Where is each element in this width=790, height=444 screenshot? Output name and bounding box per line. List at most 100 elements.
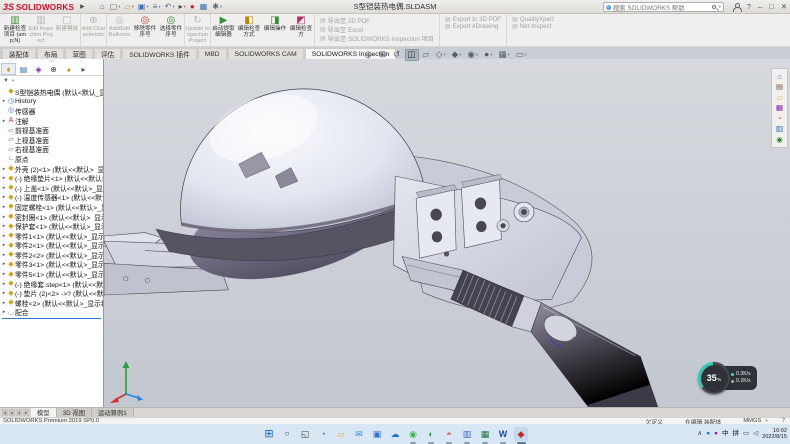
open-icon[interactable]: ▱ ▾: [122, 1, 135, 13]
tree-item[interactable]: ∟ 原点: [0, 154, 103, 164]
ime-mode-indicator[interactable]: 中: [722, 431, 729, 438]
tree-item[interactable]: ▸ ◡ 配合: [0, 308, 103, 318]
view-settings-icon[interactable]: ▭ ▾: [513, 49, 529, 61]
command-manager-tab[interactable]: SOLIDWORKS 插件: [122, 48, 197, 59]
export-menu-item[interactable]: ▤导出至 2D PDF: [320, 16, 434, 25]
apply-scene-icon[interactable]: ▦ ▾: [496, 49, 512, 61]
login-user-icon[interactable]: [733, 3, 740, 11]
tree-item[interactable]: ▸ ◆ (-) 绝缘套.step<1> (默认<<默认>: [0, 279, 103, 289]
resources-home-icon[interactable]: ⌂: [777, 73, 782, 81]
view-orientation-icon[interactable]: ◇ ▾: [433, 49, 448, 61]
edit-inspection-project-button[interactable]: ▥ Edit Inspection Project: [28, 14, 54, 46]
search-caret-icon[interactable]: ▾: [719, 4, 721, 10]
edit-inspection-button[interactable]: ◩ 编辑检查方: [288, 14, 314, 46]
document-tab[interactable]: 模型: [31, 408, 57, 417]
wechat-icon[interactable]: ◉: [406, 427, 420, 441]
filter-caret-icon[interactable]: ▾: [12, 78, 14, 84]
tree-item[interactable]: ▸ ◆ 零件1<1> (默认<<默认>_显示状态: [0, 231, 103, 241]
restore-button[interactable]: □: [769, 0, 774, 14]
new-template-button[interactable]: ▢ 新建模板: [54, 14, 80, 46]
export-menu-item[interactable]: ▤QualityXpert: [512, 16, 554, 23]
search-input[interactable]: 搜索 SOLIDWORKS 帮助 ▾: [603, 2, 724, 12]
remove-balloons-button[interactable]: ◎ 移除零件序号: [132, 14, 158, 46]
security-tray-icon[interactable]: ●: [714, 431, 718, 438]
graphics-area[interactable]: [104, 59, 790, 407]
excel-icon[interactable]: ▦: [478, 427, 492, 441]
clock[interactable]: 16:02 2022/8/15: [762, 428, 787, 441]
export-menu-item[interactable]: ▤Export eDrawing: [445, 23, 501, 30]
tree-item[interactable]: ▱ 前视基准面: [0, 125, 103, 135]
display-tray-icon[interactable]: ▭: [743, 431, 749, 438]
display-style-icon[interactable]: ◆ ▾: [449, 49, 464, 61]
tab-scroll-button[interactable]: ◂: [16, 409, 22, 416]
zoom-fit-icon[interactable]: ◎: [362, 49, 375, 61]
export-menu-item[interactable]: ▤Export to 3D PDF: [445, 16, 501, 23]
edge-icon[interactable]: ◔: [316, 427, 330, 441]
tab-featuremanager[interactable]: ♦: [1, 63, 16, 75]
memory-gauge[interactable]: 35 %: [698, 362, 730, 394]
hide-show-items-icon[interactable]: ◉ ▾: [465, 49, 481, 61]
tab-overflow[interactable]: ▸: [76, 63, 91, 75]
mail-icon[interactable]: ✉: [352, 427, 366, 441]
design-library-icon[interactable]: ▤: [776, 83, 783, 91]
app-blue-icon[interactable]: ▥: [460, 427, 474, 441]
help-button[interactable]: ?: [747, 0, 751, 14]
export-menu-item[interactable]: ▤Net-Inspect: [512, 23, 554, 30]
solidworks-taskbar-icon[interactable]: ◆: [514, 427, 528, 441]
new-inspection-project-button[interactable]: ▥ 新建检查项目 (amp;N): [2, 14, 28, 46]
command-manager-tab[interactable]: MBD: [198, 48, 227, 59]
command-manager-tab[interactable]: 评估: [94, 48, 121, 59]
search-icon[interactable]: [712, 5, 716, 9]
tree-item[interactable]: ▱ 右视基准面: [0, 145, 103, 155]
add-characteristic-button[interactable]: ⊕ Add Characteristic: [80, 14, 106, 46]
print-icon[interactable]: ≡ ▾: [151, 1, 163, 13]
edit-appearance-icon[interactable]: ● ▾: [482, 49, 495, 61]
tab-scroll-button[interactable]: ▸: [9, 409, 15, 416]
tree-item[interactable]: ▸ ◆ 螺栓<2> (默认<<默认>_显示状态: [0, 298, 103, 308]
view-palette-icon[interactable]: ▦: [776, 104, 783, 112]
search-button[interactable]: ○: [280, 427, 294, 441]
tree-item[interactable]: ▸ ◷ History: [0, 97, 103, 107]
previous-view-icon[interactable]: ↺: [391, 49, 404, 61]
export-menu-item[interactable]: ▤导出至 Excel: [320, 25, 434, 34]
tray-expand-icon[interactable]: ∧: [697, 431, 702, 438]
tree-item[interactable]: ▸ ◆ 固定螺栓<1> (默认<<默认>_显示: [0, 202, 103, 212]
tree-item[interactable]: ▸ ◆ (-) 垫片 (2)<2> ->? (默认<<默认: [0, 288, 103, 298]
minimize-button[interactable]: –: [758, 0, 762, 14]
tree-item[interactable]: ▸ ◆ 外壳 (2)<1> (默认<<默认>_显示状: [0, 164, 103, 174]
command-manager-tab[interactable]: 布局: [37, 48, 64, 59]
select-icon[interactable]: ▸ ▾: [177, 1, 188, 13]
home-icon[interactable]: ⌂: [98, 1, 108, 13]
tab-configurationmanager[interactable]: ◈: [31, 63, 46, 75]
3d-model-canvas[interactable]: [104, 59, 790, 407]
section-view-icon[interactable]: ◫: [405, 49, 419, 61]
word-icon[interactable]: W: [496, 427, 510, 441]
tree-item[interactable]: ▸ ◆ 密封圈<1> (默认<<默认>_显示状: [0, 212, 103, 222]
tab-propertymanager[interactable]: ▤: [16, 63, 31, 75]
options-icon[interactable]: ✱ ▾: [210, 1, 224, 13]
menu-flyout-arrow[interactable]: ▶: [80, 3, 85, 10]
command-manager-tab[interactable]: SOLIDWORKS CAM: [228, 48, 304, 59]
file-explorer-icon[interactable]: ▱: [777, 94, 783, 102]
tab-dimxpertmanager[interactable]: ⊕: [46, 63, 61, 75]
rebuild-icon[interactable]: ●: [188, 1, 198, 13]
forum-icon[interactable]: ◉: [776, 136, 783, 144]
tab-scroll-button[interactable]: ◂: [2, 409, 8, 416]
tree-item[interactable]: ▸ ◆ 保护套<1> (默认<<默认>_显示状: [0, 221, 103, 231]
onedrive-tray-icon[interactable]: ●: [706, 431, 710, 438]
export-menu-item[interactable]: ▤导出至 SOLIDWORKS Inspection 项目: [320, 34, 434, 43]
appearances-scenes-icon[interactable]: ◔: [777, 115, 782, 123]
custom-properties-icon[interactable]: ▥: [776, 125, 783, 133]
store-icon[interactable]: ▣: [370, 427, 384, 441]
file-explorer-taskbar-icon[interactable]: ▱: [334, 427, 348, 441]
document-tab[interactable]: 3D 视图: [57, 408, 92, 417]
tree-item[interactable]: ▸ ◆ (-) 上盖<1> (默认<<默认>_显示状: [0, 183, 103, 193]
tree-item[interactable]: ▸ A 注解: [0, 116, 103, 126]
tab-displaymanager[interactable]: ◕: [61, 63, 76, 75]
command-manager-tab[interactable]: 草图: [65, 48, 92, 59]
dynamic-annotation-icon[interactable]: ▱: [420, 49, 433, 61]
onedrive-icon[interactable]: ☁: [388, 427, 402, 441]
tree-item[interactable]: ▸ ◆ 零件2<2> (默认<<默认>_显示状: [0, 250, 103, 260]
file-properties-icon[interactable]: ▦: [198, 1, 211, 13]
new-document-icon[interactable]: ▢ ▾: [108, 1, 123, 13]
